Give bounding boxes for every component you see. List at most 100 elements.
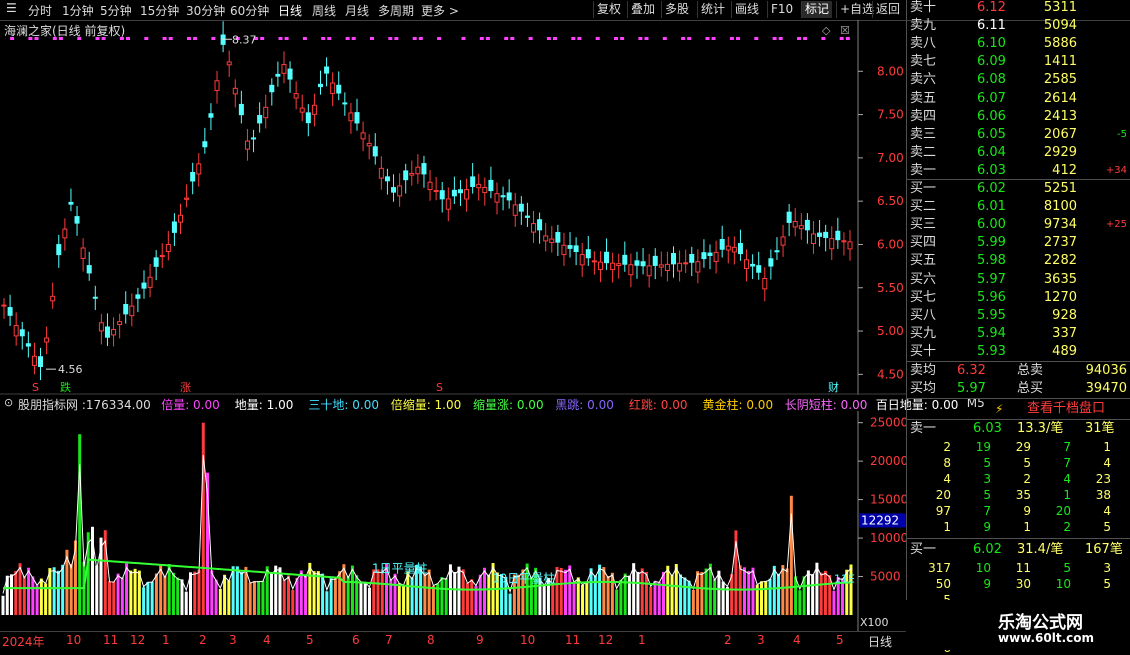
period-1[interactable]: 1分钟 bbox=[62, 2, 94, 19]
sub-y-tick-label: 5000 bbox=[870, 570, 901, 584]
volume-bar bbox=[304, 575, 308, 615]
candle-body bbox=[518, 203, 524, 212]
toolbar-button-4[interactable]: 画线 bbox=[731, 1, 762, 18]
current-volume-label: 12292 bbox=[861, 513, 899, 527]
sell1-grid-cell: 20 bbox=[935, 488, 951, 502]
toolbar-button-3[interactable]: 统计 bbox=[697, 1, 728, 18]
volume-bar bbox=[376, 569, 380, 615]
signal-dot bbox=[705, 37, 710, 40]
candle-body bbox=[494, 193, 500, 203]
volume-bar bbox=[440, 577, 444, 615]
candle-body bbox=[19, 329, 25, 337]
sell-row-4[interactable]: 卖六 6.08 2585 bbox=[907, 71, 1130, 89]
sell-row-6[interactable]: 卖四 6.06 2413 bbox=[907, 108, 1130, 126]
signal-dot bbox=[211, 37, 216, 40]
event-marker[interactable]: 财 bbox=[828, 380, 839, 394]
event-marker[interactable]: S bbox=[436, 381, 443, 394]
sell1-grid-cell: 2 bbox=[1023, 472, 1031, 486]
sell-row-7[interactable]: 卖三 6.05 2067 -5 bbox=[907, 126, 1130, 144]
toolbar-button-2[interactable]: 多股 bbox=[661, 1, 692, 18]
volume-bar bbox=[623, 573, 627, 615]
sell-row-5[interactable]: 卖五 6.07 2614 bbox=[907, 90, 1130, 108]
candle-body bbox=[482, 186, 488, 194]
volume-bar bbox=[581, 584, 585, 615]
period-6[interactable]: 日线 bbox=[278, 2, 302, 19]
candle-body bbox=[555, 232, 561, 243]
volume-bar bbox=[619, 579, 623, 615]
toolbar-button-0[interactable]: 复权 bbox=[593, 1, 624, 18]
sell1-grid-cell: 97 bbox=[935, 504, 951, 518]
buy-row-4[interactable]: 买五 5.98 2282 bbox=[907, 252, 1130, 270]
buy-price: 5.98 bbox=[977, 253, 1006, 269]
event-marker[interactable]: S bbox=[32, 381, 39, 394]
toolbar-button-6[interactable]: 标记 bbox=[801, 1, 833, 18]
volume-bar bbox=[295, 577, 299, 615]
candle-body bbox=[147, 276, 153, 288]
signal-dot bbox=[260, 37, 265, 40]
signal-dot bbox=[662, 37, 667, 40]
volume-bar bbox=[380, 569, 384, 615]
price-chart[interactable]: 8.00 7.50 7.00 6.50 6.00 5.50 5.00 4.50 8.37 4.56… bbox=[0, 20, 906, 395]
toolbar-button-7[interactable]: +自选 bbox=[836, 1, 877, 18]
sell-label: 卖十 bbox=[910, 0, 937, 15]
candle-body bbox=[372, 146, 378, 157]
collapse-icon[interactable]: ⊙ bbox=[4, 396, 13, 409]
buy-row-0[interactable]: 买一 6.02 5251 bbox=[907, 180, 1130, 198]
sell1-grid-cell: 9 bbox=[1023, 504, 1031, 518]
toolbar-button-1[interactable]: 叠加 bbox=[627, 1, 658, 18]
volume-bar bbox=[129, 570, 133, 615]
candle-body bbox=[512, 204, 518, 216]
depth-button[interactable]: ⚡ 查看千档盘口 bbox=[907, 399, 1130, 419]
sell-row-8[interactable]: 卖二 6.04 2929 bbox=[907, 144, 1130, 162]
sell-row-2[interactable]: 卖八 6.10 5886 bbox=[907, 35, 1130, 53]
candle-body bbox=[506, 192, 512, 201]
period-3[interactable]: 15分钟 bbox=[140, 2, 179, 19]
sell-volume: 5311 bbox=[1043, 0, 1077, 15]
candle-body bbox=[670, 253, 676, 265]
volume-bar bbox=[785, 568, 789, 615]
volume-indicator-chart[interactable]: 25000 20000 15000 10000 5000 12292 X100 1日平量柱 10… bbox=[0, 411, 906, 631]
sell1-detail-label: 卖一 bbox=[910, 421, 937, 436]
buy-row-1[interactable]: 买二 6.01 8100 bbox=[907, 198, 1130, 216]
volume-bar bbox=[781, 565, 785, 615]
volume-bar bbox=[802, 576, 806, 615]
menu-icon[interactable]: ☰ bbox=[6, 1, 17, 15]
diamond-icon[interactable]: ◇ bbox=[822, 24, 831, 37]
period-4[interactable]: 30分钟 bbox=[186, 2, 225, 19]
toolbar-button-5[interactable]: F10 bbox=[767, 1, 796, 18]
candle-body bbox=[366, 142, 372, 147]
period-0[interactable]: 分时 bbox=[28, 2, 52, 19]
sell-row-3[interactable]: 卖七 6.09 1411 bbox=[907, 53, 1130, 71]
volume-bar bbox=[61, 564, 65, 615]
period-7[interactable]: 周线 bbox=[312, 2, 336, 19]
toolbar-button-8[interactable]: 返回 bbox=[872, 1, 903, 18]
period-5[interactable]: 60分钟 bbox=[230, 2, 269, 19]
buy-row-7[interactable]: 买八 5.95 928 bbox=[907, 307, 1130, 325]
volume-bar bbox=[465, 583, 469, 615]
buy-row-5[interactable]: 买六 5.97 3635 bbox=[907, 271, 1130, 289]
period-10[interactable]: 更多 > bbox=[421, 2, 459, 19]
avg-sell-price: 6.32 bbox=[957, 363, 986, 378]
sell-row-1[interactable]: 卖九 6.11 5094 bbox=[907, 17, 1130, 35]
volume-bar bbox=[39, 578, 43, 615]
sell1-grid-cell: 4 bbox=[943, 472, 951, 486]
period-2[interactable]: 5分钟 bbox=[100, 2, 132, 19]
event-marker[interactable]: 涨 bbox=[180, 381, 191, 394]
sell-row-9[interactable]: 卖一 6.03 412 +34 bbox=[907, 162, 1130, 180]
sell-row-0[interactable]: 卖十 6.12 5311 bbox=[907, 0, 1130, 17]
buy-row-2[interactable]: 买三 6.00 9734 +25 bbox=[907, 216, 1130, 234]
buy-row-6[interactable]: 买七 5.96 1270 bbox=[907, 289, 1130, 307]
close-icon[interactable]: ☒ bbox=[840, 24, 850, 37]
candle-body bbox=[226, 61, 232, 66]
month-label-0: 10 bbox=[66, 633, 82, 647]
buy-row-8[interactable]: 买九 5.94 337 bbox=[907, 325, 1130, 343]
period-9[interactable]: 多周期 bbox=[378, 2, 414, 19]
buy-row-9[interactable]: 买十 5.93 489 bbox=[907, 343, 1130, 361]
sell-volume: 5886 bbox=[1043, 36, 1077, 52]
y-tick-label: 4.50 bbox=[877, 367, 904, 381]
period-8[interactable]: 月线 bbox=[345, 2, 369, 19]
volume-bar bbox=[819, 572, 823, 615]
candle-body bbox=[38, 356, 44, 368]
event-marker[interactable]: 跌 bbox=[60, 380, 71, 394]
buy-row-3[interactable]: 买四 5.99 2737 bbox=[907, 234, 1130, 252]
